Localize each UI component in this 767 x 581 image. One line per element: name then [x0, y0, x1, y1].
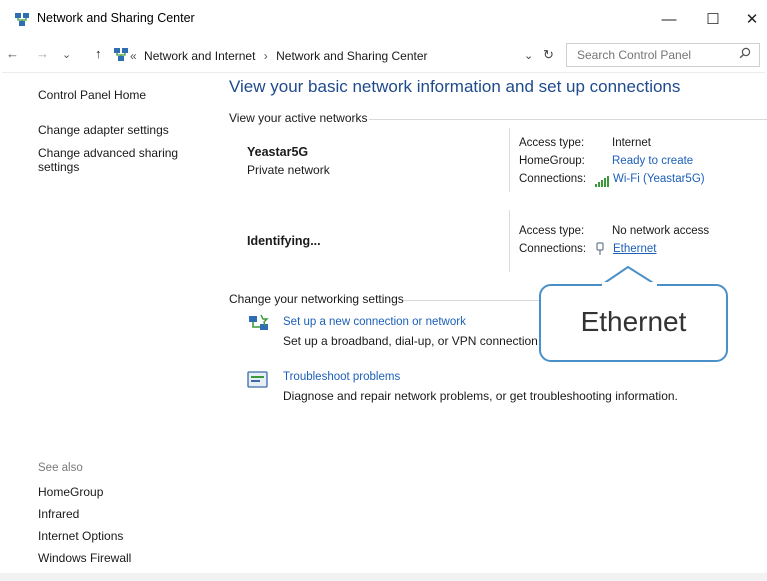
network-type: Private network: [247, 163, 330, 177]
section-divider: [369, 119, 767, 120]
search-input[interactable]: [577, 48, 727, 62]
troubleshoot-link[interactable]: Troubleshoot problems: [283, 371, 400, 383]
homegroup-ready-link[interactable]: Ready to create: [612, 155, 693, 167]
see-also-homegroup[interactable]: HomeGroup: [38, 485, 103, 499]
refresh-button[interactable]: ↻: [543, 47, 554, 63]
sidebar-item-change-advanced-sharing[interactable]: Change advanced sharing: [38, 146, 178, 160]
network-name: Yeastar5G: [247, 145, 309, 159]
troubleshoot-description: Diagnose and repair network problems, or…: [283, 389, 678, 403]
callout-label: Ethernet: [580, 306, 687, 337]
sidebar-item-control-panel-home[interactable]: Control Panel Home: [38, 88, 146, 102]
homegroup-label: HomeGroup:: [519, 155, 585, 167]
breadcrumb-overflow[interactable]: «: [130, 49, 137, 63]
see-also-heading: See also: [38, 462, 83, 474]
ethernet-icon: [595, 242, 605, 261]
maximize-button[interactable]: ☐: [693, 6, 733, 32]
setup-connection-link[interactable]: Set up a new connection or network: [283, 316, 466, 328]
wifi-connection-link[interactable]: Wi-Fi (Yeastar5G): [613, 173, 705, 185]
up-button[interactable]: ↑: [95, 46, 102, 61]
access-type-value: No network access: [612, 225, 710, 237]
address-dropdown-button[interactable]: ⌄: [524, 49, 533, 62]
ethernet-connection-link[interactable]: Ethernet: [613, 243, 656, 255]
sidebar-item-change-adapter-settings[interactable]: Change adapter settings: [38, 123, 169, 137]
see-also-windows-firewall[interactable]: Windows Firewall: [38, 551, 131, 565]
network-name: Identifying...: [247, 234, 321, 248]
close-button[interactable]: ✕: [737, 6, 767, 32]
control-panel-icon: [113, 47, 129, 63]
recent-locations-button[interactable]: ⌄: [62, 48, 71, 61]
address-bar-divider: [2, 72, 765, 73]
forward-button[interactable]: →: [36, 46, 49, 61]
back-button[interactable]: ←: [6, 46, 19, 61]
see-also-infrared[interactable]: Infrared: [38, 507, 79, 521]
troubleshoot-icon: [247, 370, 269, 395]
network-divider: [509, 210, 510, 272]
callout-joint: [602, 282, 657, 286]
network-center-icon: [14, 12, 30, 28]
network-divider: [509, 128, 510, 192]
change-settings-heading: Change your networking settings: [229, 292, 404, 306]
wifi-signal-icon: [594, 174, 610, 192]
breadcrumb-network-and-internet[interactable]: Network and Internet: [144, 49, 255, 63]
setup-connection-description: Set up a broadband, dial-up, or VPN conn…: [283, 334, 552, 348]
minimize-button[interactable]: —: [649, 6, 689, 32]
breadcrumb-separator[interactable]: ›: [264, 49, 268, 63]
status-bar: [0, 573, 767, 581]
sidebar-item-settings[interactable]: settings: [38, 160, 79, 174]
access-type-label: Access type:: [519, 225, 585, 237]
new-connection-icon: [247, 313, 271, 340]
search-box[interactable]: [566, 43, 760, 67]
access-type-value: Internet: [612, 137, 651, 149]
window-title: Network and Sharing Center: [37, 11, 195, 25]
search-icon[interactable]: [739, 47, 751, 62]
access-type-label: Access type:: [519, 137, 585, 149]
breadcrumb: « Network and Internet › Network and Sha…: [130, 49, 428, 63]
connections-label: Connections:: [519, 243, 587, 255]
page-title: View your basic network information and …: [229, 77, 681, 96]
active-networks-heading: View your active networks: [229, 111, 368, 125]
callout-box: Ethernet: [539, 284, 728, 362]
breadcrumb-network-and-sharing-center[interactable]: Network and Sharing Center: [276, 49, 427, 63]
see-also-internet-options[interactable]: Internet Options: [38, 529, 123, 543]
connections-label: Connections:: [519, 173, 587, 185]
